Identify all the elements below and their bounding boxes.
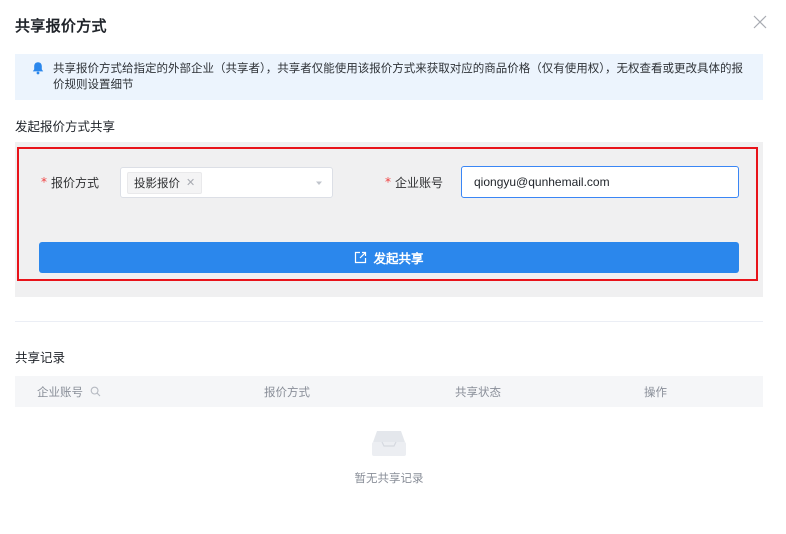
initiate-share-button[interactable]: 发起共享 (39, 242, 739, 273)
column-header-account: 企业账号 (37, 376, 101, 407)
chevron-down-icon (316, 181, 322, 185)
external-link-icon (355, 251, 367, 264)
enterprise-account-input[interactable] (461, 166, 739, 198)
quote-method-select[interactable]: 投影报价 ✕ (120, 167, 333, 198)
initiate-section-title: 发起报价方式共享 (15, 119, 116, 134)
dialog-title: 共享报价方式 (15, 16, 107, 35)
info-notice: 共享报价方式给指定的外部企业（共享者），共享者仅能使用该报价方式来获取对应的商品… (15, 54, 763, 100)
dialog-header: 共享报价方式 (15, 14, 107, 36)
required-mark: * (41, 175, 47, 189)
method-label-text: 报价方式 (51, 175, 100, 190)
account-label-text: 企业账号 (395, 175, 444, 190)
selected-method-tag: 投影报价 ✕ (127, 171, 203, 194)
section-divider (15, 321, 763, 322)
bell-icon (32, 62, 44, 75)
tag-close-icon[interactable]: ✕ (186, 176, 195, 189)
close-button[interactable] (752, 14, 768, 30)
empty-box-icon (372, 431, 406, 456)
close-icon (753, 15, 767, 29)
empty-text: 暂无共享记录 (354, 471, 424, 485)
required-mark: * (385, 175, 391, 189)
column-header-status: 共享状态 (455, 384, 501, 399)
method-label: * 报价方式 (41, 167, 99, 197)
notice-text: 共享报价方式给指定的外部企业（共享者），共享者仅能使用该报价方式来获取对应的商品… (53, 61, 743, 91)
account-label: * 企业账号 (385, 167, 443, 197)
search-icon[interactable] (90, 386, 101, 397)
column-header-actions: 操作 (644, 384, 667, 399)
share-quote-method-dialog: 共享报价方式 共享报价方式给指定的外部企业（共享者），共享者仅能使用该报价方式来… (0, 0, 786, 534)
selected-method-tag-label: 投影报价 (134, 175, 180, 190)
records-table-header: 企业账号 报价方式 共享状态 操作 (15, 376, 763, 407)
column-header-method: 报价方式 (264, 384, 310, 399)
initiate-share-button-label: 发起共享 (373, 251, 424, 266)
records-empty-state: 暂无共享记录 (15, 425, 763, 495)
column-header-account-label: 企业账号 (37, 384, 83, 399)
records-section-title: 共享记录 (15, 350, 66, 365)
